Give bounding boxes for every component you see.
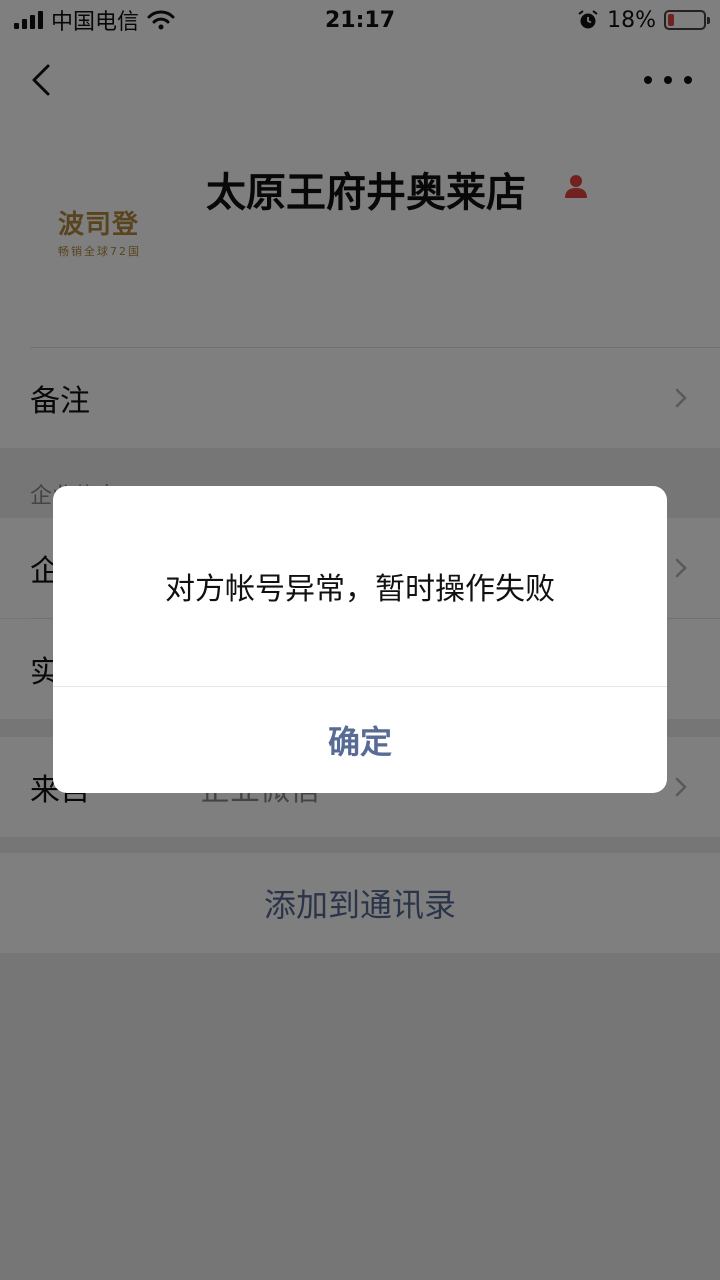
dialog-message: 对方帐号异常，暂时操作失败 xyxy=(165,572,555,607)
alert-dialog: 对方帐号异常，暂时操作失败 确定 xyxy=(53,486,667,793)
confirm-button[interactable]: 确定 xyxy=(53,687,667,793)
